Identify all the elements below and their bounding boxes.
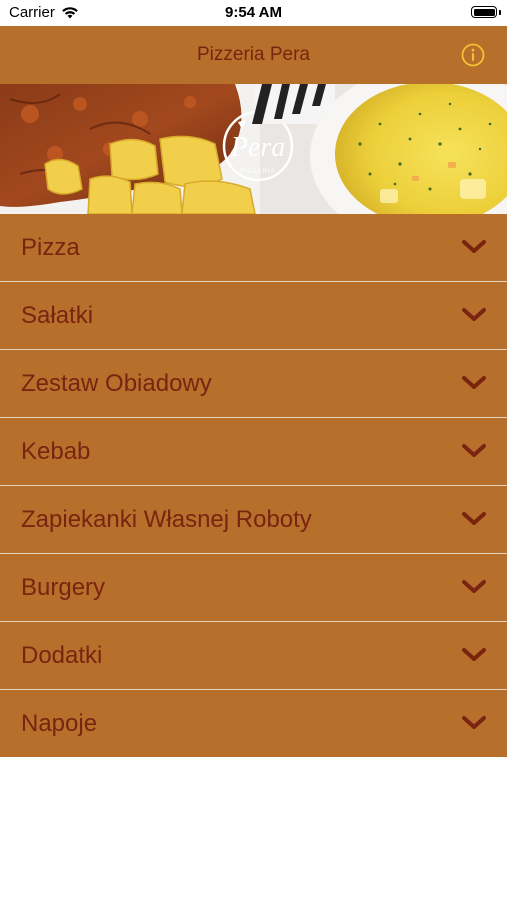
- category-item-pizza[interactable]: Pizza: [0, 214, 507, 282]
- app-screen: Carrier 9:54 AM Pizzeria Pera Pera PIZZE…: [0, 0, 507, 900]
- category-item-zestaw-obiadowy[interactable]: Zestaw Obiadowy: [0, 350, 507, 418]
- category-label: Pizza: [21, 234, 80, 261]
- battery-icon: [471, 6, 497, 18]
- chevron-down-icon: [462, 648, 486, 661]
- food-photo: Pera PIZZERIA: [0, 84, 507, 214]
- chevron-down-icon: [462, 580, 486, 593]
- chevron-down-icon: [462, 240, 486, 253]
- chevron-down-icon: [462, 308, 486, 321]
- svg-text:Pera: Pera: [230, 132, 285, 163]
- category-label: Zestaw Obiadowy: [21, 370, 212, 397]
- category-label: Burgery: [21, 574, 106, 601]
- category-item-kebab[interactable]: Kebab: [0, 418, 507, 486]
- status-bar: Carrier 9:54 AM: [0, 0, 507, 26]
- category-list: Pizza Sałatki Zestaw Obiadowy Kebab Zapi…: [0, 214, 507, 757]
- chevron-down-icon: [462, 444, 486, 457]
- battery-nub: [499, 10, 501, 15]
- page-title: Pizzeria Pera: [197, 44, 310, 65]
- category-item-burgery[interactable]: Burgery: [0, 554, 507, 622]
- status-time: 9:54 AM: [225, 4, 282, 21]
- navigation-bar: Pizzeria Pera: [0, 26, 507, 84]
- category-item-napoje[interactable]: Napoje: [0, 690, 507, 757]
- chevron-down-icon: [462, 512, 486, 525]
- category-item-dodatki[interactable]: Dodatki: [0, 622, 507, 690]
- info-circle-icon[interactable]: [461, 43, 485, 67]
- category-item-zapiekanki[interactable]: Zapiekanki Własnej Roboty: [0, 486, 507, 554]
- chevron-down-icon: [462, 376, 486, 389]
- category-label: Napoje: [21, 710, 98, 737]
- category-label: Zapiekanki Własnej Roboty: [21, 506, 312, 533]
- svg-text:PIZZERIA: PIZZERIA: [240, 169, 275, 175]
- category-label: Sałatki: [21, 302, 94, 329]
- category-item-salatki[interactable]: Sałatki: [0, 282, 507, 350]
- banner-image: Pera PIZZERIA: [0, 84, 507, 214]
- category-label: Kebab: [21, 438, 91, 465]
- category-label: Dodatki: [21, 642, 103, 669]
- chevron-down-icon: [462, 716, 486, 729]
